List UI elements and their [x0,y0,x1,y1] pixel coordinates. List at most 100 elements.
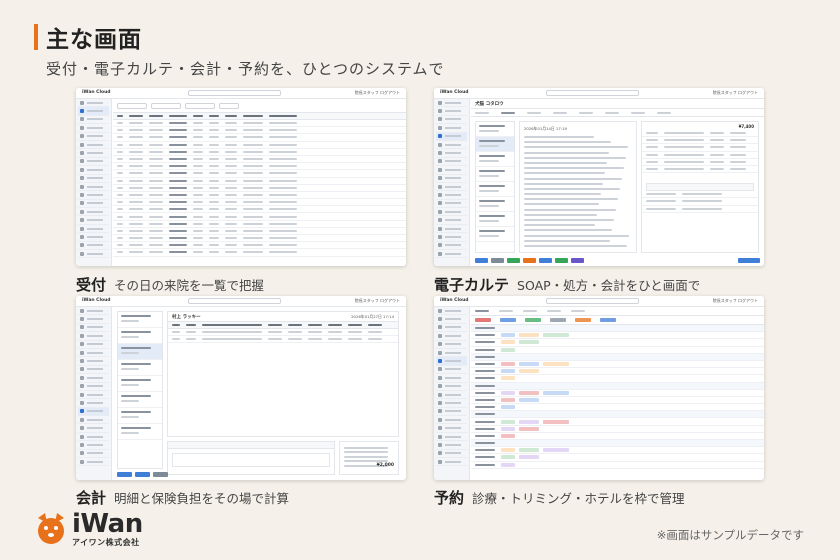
sidebar-item[interactable] [78,315,109,324]
search-input[interactable] [188,90,281,96]
table-row[interactable] [168,329,398,337]
sidebar-item[interactable] [78,175,109,183]
sidebar-item[interactable] [436,450,467,459]
sidebar-item[interactable] [78,225,109,234]
sidebar-item[interactable] [78,141,109,150]
time-slot[interactable] [471,339,764,347]
action-button[interactable] [523,258,536,263]
sidebar-item[interactable] [436,107,467,116]
user-menu[interactable]: 院長スタッフ ログアウト [713,298,758,304]
sidebar-item[interactable] [78,441,109,450]
search-input[interactable] [188,298,281,304]
sidebar-item[interactable] [436,191,467,200]
action-button[interactable] [117,472,132,477]
action-button[interactable] [555,258,568,263]
time-slot[interactable] [471,325,764,333]
sidebar-item[interactable] [436,166,467,175]
sidebar-item[interactable] [78,433,109,442]
sidebar-item[interactable] [436,349,467,358]
table-row[interactable] [113,185,406,192]
time-slot[interactable] [471,332,764,340]
sidebar-item[interactable] [78,416,109,425]
table-row[interactable] [113,156,406,164]
sidebar-item[interactable] [436,424,467,433]
user-menu[interactable]: 院長スタッフ ログアウト [355,298,400,304]
table-row[interactable] [113,221,406,228]
action-button[interactable] [491,258,504,263]
sidebar-item[interactable] [78,124,109,133]
time-slot[interactable] [471,433,764,440]
sidebar-item[interactable] [78,242,109,251]
time-slot[interactable] [471,361,764,369]
sidebar-item[interactable] [78,424,109,433]
table-row[interactable] [113,127,406,135]
sidebar-item[interactable] [78,216,109,225]
time-slot[interactable] [471,426,764,433]
sidebar-item[interactable] [78,374,109,383]
sidebar-item[interactable] [78,208,109,217]
sidebar-item[interactable] [78,116,109,125]
sidebar-item[interactable] [78,366,109,375]
sidebar-item[interactable] [436,225,467,234]
sidebar-item[interactable] [436,99,467,108]
sidebar-item[interactable] [436,233,467,242]
table-row[interactable] [113,235,406,243]
time-slot[interactable] [471,375,764,383]
table-row[interactable] [113,120,406,128]
sidebar-item[interactable] [78,166,109,175]
action-button[interactable] [153,472,168,477]
sidebar-item[interactable] [436,158,467,167]
sidebar-item[interactable] [78,391,109,400]
time-slot[interactable] [471,404,764,412]
sidebar-item[interactable] [436,366,467,375]
time-slot[interactable] [471,418,764,426]
action-button[interactable] [571,258,584,263]
sidebar-item[interactable] [78,250,109,259]
sidebar-item[interactable] [78,149,109,158]
sidebar-item[interactable] [436,408,467,417]
sidebar-item[interactable] [436,141,467,150]
sidebar-item[interactable] [436,383,467,391]
sidebar-item[interactable] [436,200,467,209]
sidebar-item[interactable] [78,233,109,242]
sidebar-item[interactable] [436,132,467,141]
sidebar-item[interactable] [78,399,109,408]
sidebar-item[interactable] [78,383,109,391]
sidebar-item[interactable] [78,307,109,316]
table-row[interactable] [113,213,406,221]
table-row[interactable] [113,134,406,142]
time-slot[interactable] [471,440,764,448]
action-button[interactable] [507,258,520,263]
time-slot[interactable] [471,390,764,397]
sidebar-item[interactable] [436,242,467,251]
sidebar-item[interactable] [436,416,467,425]
sidebar-item[interactable] [436,324,467,333]
table-row[interactable] [113,149,406,156]
search-input[interactable] [546,90,639,96]
sidebar-item[interactable] [436,149,467,158]
time-slot[interactable] [471,462,764,469]
sidebar-item[interactable] [78,158,109,167]
table-row[interactable] [113,142,406,149]
search-input[interactable] [546,298,639,304]
sidebar-item[interactable] [78,133,109,141]
action-button[interactable] [475,258,488,263]
time-slot[interactable] [471,454,764,462]
time-slot[interactable] [471,447,764,455]
sidebar-item[interactable] [436,332,467,341]
sidebar-item[interactable] [78,324,109,333]
time-slot[interactable] [471,411,764,419]
sidebar-item[interactable] [436,357,467,366]
sidebar-item[interactable] [78,341,109,349]
sidebar-item[interactable] [436,175,467,183]
sidebar-item[interactable] [436,315,467,324]
sidebar-item[interactable] [436,341,467,349]
time-slot[interactable] [471,347,764,354]
sidebar-item[interactable] [78,458,109,467]
sidebar-item[interactable] [78,183,109,192]
sidebar-item[interactable] [436,374,467,383]
sidebar-item[interactable] [436,441,467,450]
time-slot[interactable] [471,382,764,390]
user-menu[interactable]: 院長スタッフ ログアウト [713,90,758,96]
sidebar-item[interactable] [78,450,109,459]
